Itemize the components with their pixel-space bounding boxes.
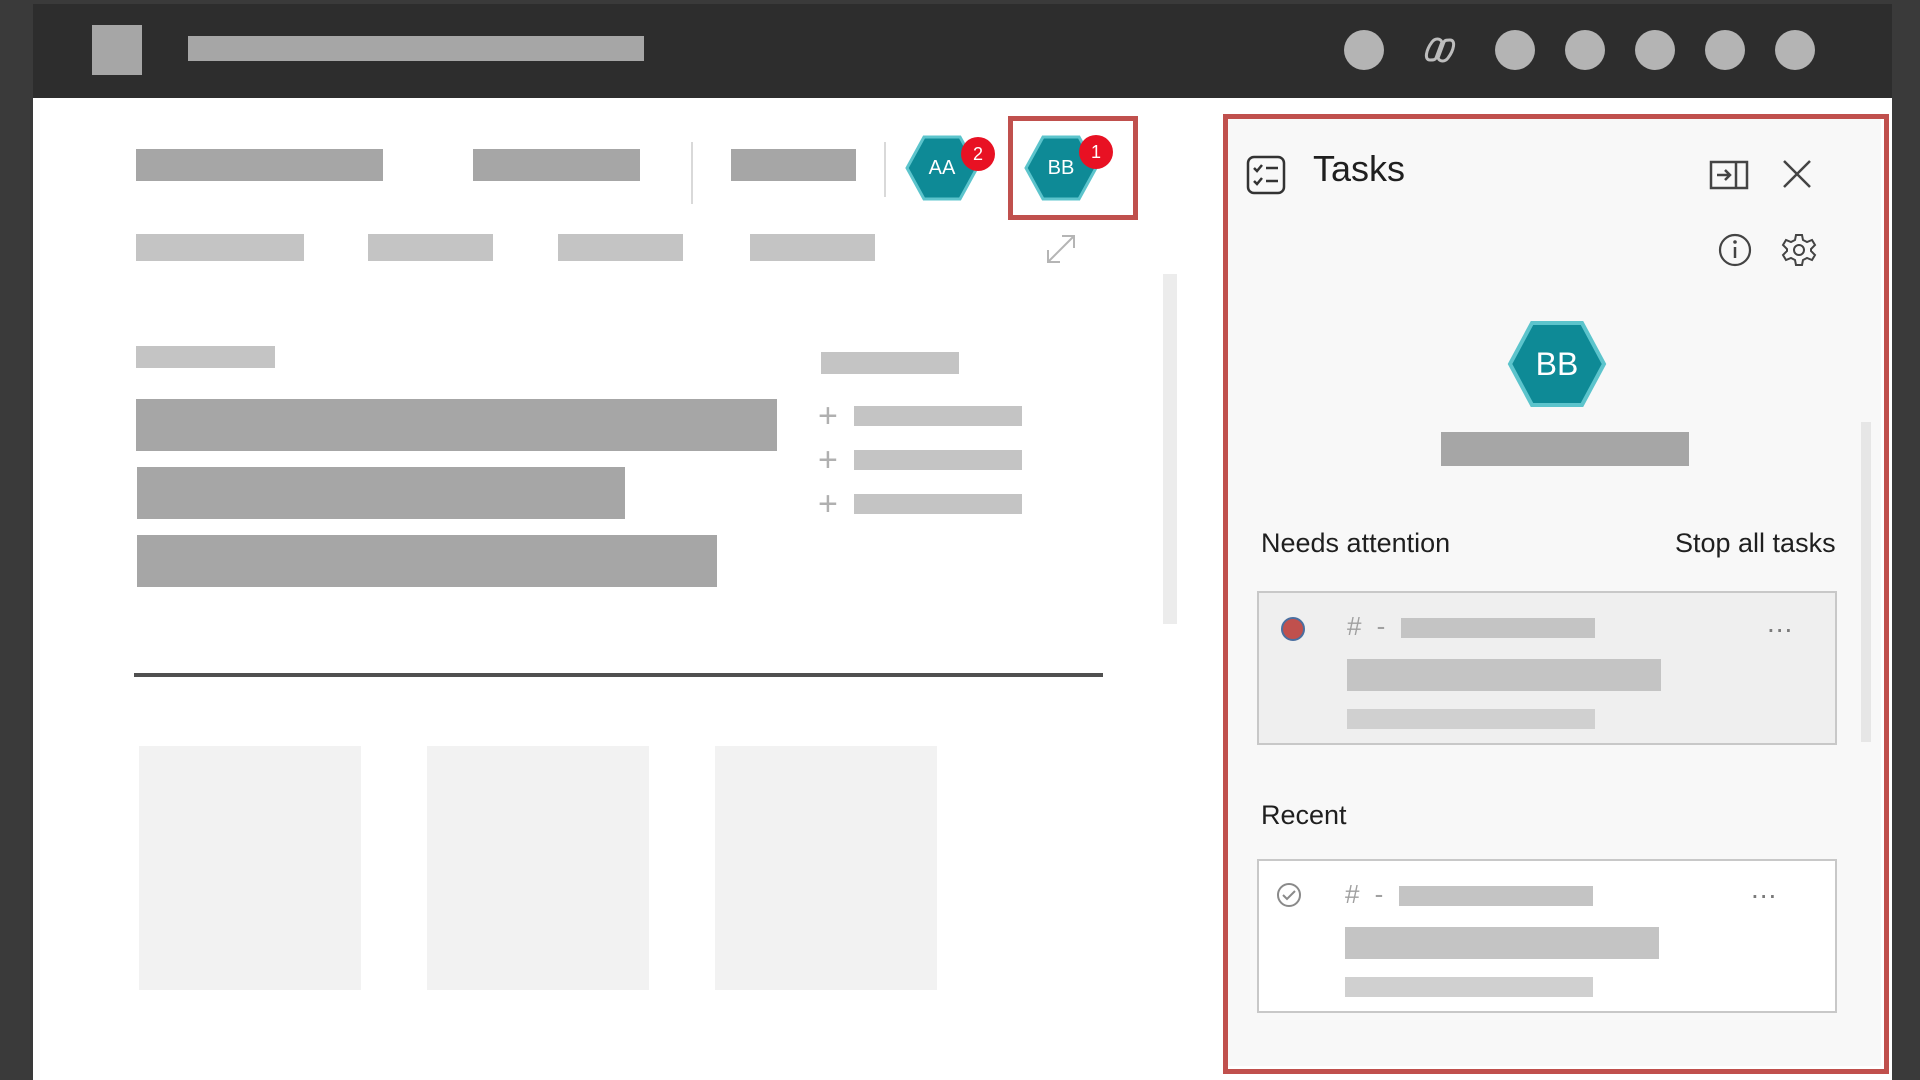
content-card-1[interactable] bbox=[139, 746, 361, 990]
add-item-1[interactable] bbox=[854, 406, 1022, 426]
panel-title: Tasks bbox=[1313, 148, 1406, 189]
avatar-initials: BB bbox=[1535, 345, 1579, 382]
task-id-placeholder bbox=[1401, 618, 1595, 638]
stop-all-tasks-link[interactable]: Stop all tasks bbox=[1675, 528, 1836, 559]
task-prefix: # - bbox=[1347, 611, 1390, 641]
nav-item-2[interactable] bbox=[368, 234, 493, 261]
titlebar-button-3[interactable] bbox=[1565, 30, 1605, 70]
content-card-3[interactable] bbox=[715, 746, 937, 990]
titlebar-button-1[interactable] bbox=[1344, 30, 1384, 70]
task-id-placeholder bbox=[1399, 886, 1593, 906]
content-line-1 bbox=[136, 399, 777, 451]
avatar-highlight bbox=[1008, 116, 1138, 220]
status-indicator bbox=[1281, 617, 1305, 641]
content-divider bbox=[134, 673, 1103, 677]
titlebar-button-5[interactable] bbox=[1705, 30, 1745, 70]
panel-avatar: BB bbox=[1507, 320, 1607, 408]
attention-task-card[interactable]: # - ... bbox=[1257, 591, 1837, 745]
task-prefix: # - bbox=[1345, 879, 1388, 909]
plus-icon[interactable]: + bbox=[818, 443, 838, 477]
side-heading bbox=[821, 352, 959, 374]
recent-label: Recent bbox=[1261, 800, 1347, 830]
needs-attention-label: Needs attention bbox=[1261, 528, 1451, 558]
more-options-button[interactable]: ... bbox=[1751, 873, 1777, 905]
toolbar-item-3[interactable] bbox=[731, 149, 856, 181]
panel-scrollbar[interactable] bbox=[1861, 422, 1871, 742]
add-item-2[interactable] bbox=[854, 450, 1022, 470]
gear-icon[interactable] bbox=[1781, 232, 1817, 268]
nav-item-3[interactable] bbox=[558, 234, 683, 261]
content-line-2 bbox=[137, 467, 625, 519]
plus-icon[interactable]: + bbox=[818, 399, 838, 433]
task-title-placeholder bbox=[1347, 659, 1661, 691]
toolbar-separator bbox=[691, 142, 693, 204]
title-bar bbox=[33, 4, 1892, 98]
dock-icon[interactable] bbox=[1709, 158, 1749, 192]
agent-name-placeholder bbox=[1441, 432, 1689, 466]
recent-task-card[interactable]: # - ... bbox=[1257, 859, 1837, 1013]
more-options-button[interactable]: ... bbox=[1767, 607, 1793, 639]
task-subtitle-placeholder bbox=[1347, 709, 1595, 729]
nav-item-1[interactable] bbox=[136, 234, 304, 261]
plus-icon[interactable]: + bbox=[818, 487, 838, 521]
check-circle-icon bbox=[1275, 881, 1303, 909]
notification-badge: 2 bbox=[961, 137, 995, 171]
copilot-icon[interactable] bbox=[1420, 30, 1460, 70]
app-logo bbox=[92, 25, 142, 75]
app-window: AA 2 BB 1 + + + Tasks BB Needs attention… bbox=[33, 4, 1892, 1080]
titlebar-button-6[interactable] bbox=[1775, 30, 1815, 70]
titlebar-button-2[interactable] bbox=[1495, 30, 1535, 70]
content-line-3 bbox=[137, 535, 717, 587]
task-subtitle-placeholder bbox=[1345, 977, 1593, 997]
content-card-2[interactable] bbox=[427, 746, 649, 990]
toolbar-item-2[interactable] bbox=[473, 149, 640, 181]
toolbar-item-1[interactable] bbox=[136, 149, 383, 181]
main-scrollbar[interactable] bbox=[1163, 274, 1177, 624]
titlebar-button-4[interactable] bbox=[1635, 30, 1675, 70]
tasks-panel: Tasks BB Needs attention Stop all tasks … bbox=[1227, 118, 1881, 1066]
task-title-placeholder bbox=[1345, 927, 1659, 959]
tasks-icon bbox=[1245, 154, 1287, 196]
add-item-3[interactable] bbox=[854, 494, 1022, 514]
section-heading bbox=[136, 346, 275, 368]
info-icon[interactable] bbox=[1717, 232, 1753, 268]
window-title-placeholder bbox=[188, 36, 644, 61]
toolbar-separator bbox=[884, 142, 886, 197]
nav-item-4[interactable] bbox=[750, 234, 875, 261]
close-icon[interactable] bbox=[1779, 156, 1815, 192]
expand-icon[interactable] bbox=[1044, 232, 1078, 266]
